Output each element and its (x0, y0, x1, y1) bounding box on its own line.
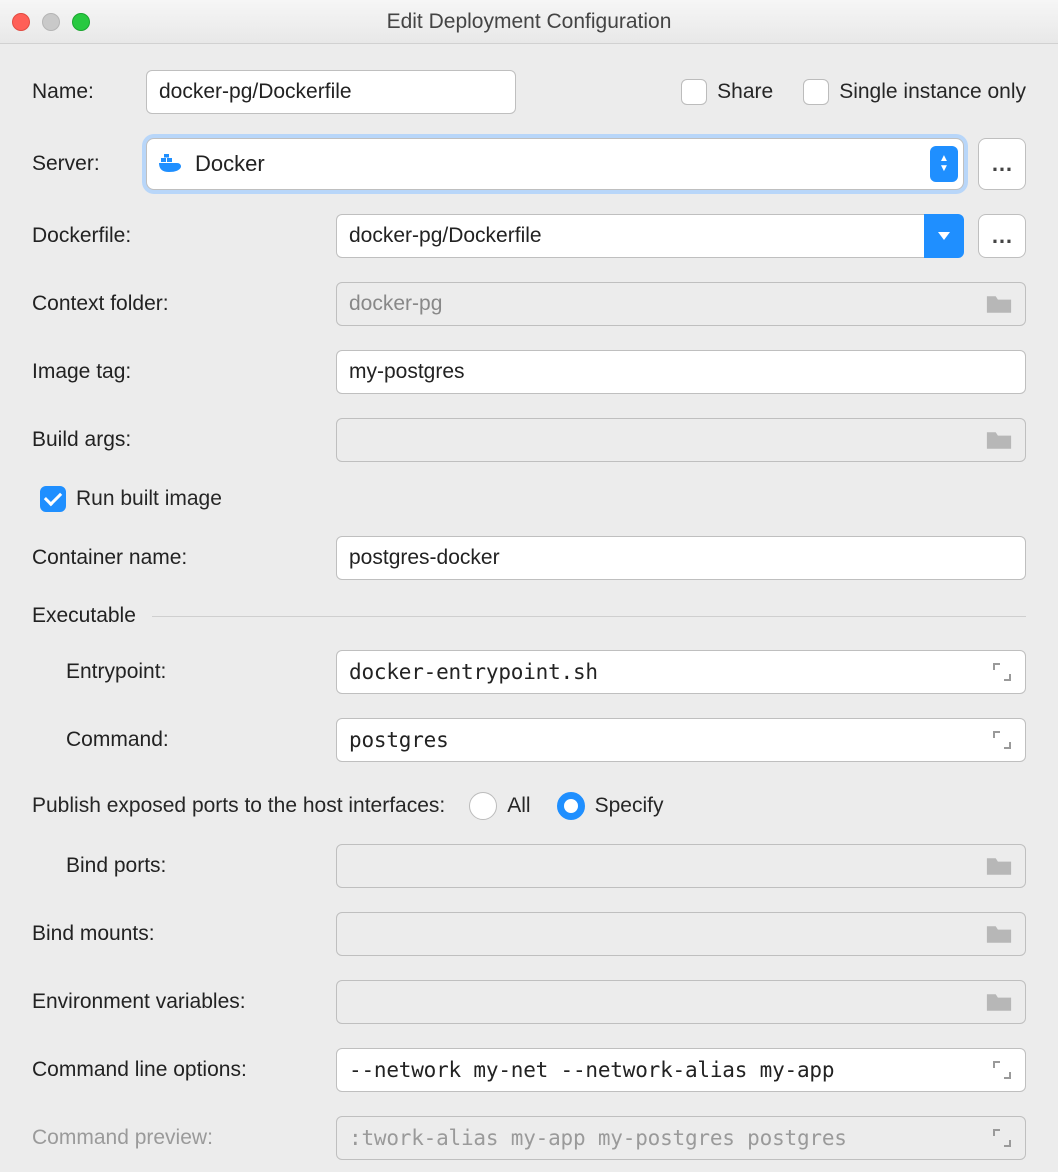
radio-specify-label: Specify (595, 794, 664, 818)
context-folder-label: Context folder: (32, 292, 322, 316)
expand-icon[interactable] (991, 1127, 1013, 1149)
run-built-row: Run built image (32, 486, 1026, 512)
entrypoint-value: docker-entrypoint.sh (349, 660, 598, 684)
env-vars-field[interactable] (336, 980, 1026, 1024)
stepper-icon[interactable] (930, 146, 958, 182)
server-row: Server: Docker … (32, 138, 1026, 190)
image-tag-label: Image tag: (32, 360, 322, 384)
build-args-field[interactable] (336, 418, 1026, 462)
executable-section-label: Executable (32, 604, 136, 628)
publish-ports-specify-wrap[interactable]: Specify (557, 792, 664, 820)
server-combobox-wrap: Docker (146, 138, 964, 190)
container-name-input[interactable] (336, 536, 1026, 580)
single-instance-checkbox-wrap[interactable]: Single instance only (803, 79, 1026, 105)
context-folder-row: Context folder: docker-pg (32, 282, 1026, 326)
dialog-content: Name: Share Single instance only Server:… (0, 44, 1058, 1170)
entrypoint-row: Entrypoint: docker-entrypoint.sh (32, 650, 1026, 694)
share-label: Share (717, 80, 773, 104)
dockerfile-label: Dockerfile: (32, 224, 322, 248)
radio-specify[interactable] (557, 792, 585, 820)
docker-icon (159, 154, 185, 174)
folder-icon[interactable] (985, 293, 1013, 315)
run-built-checkbox[interactable] (40, 486, 66, 512)
share-checkbox[interactable] (681, 79, 707, 105)
bind-mounts-field[interactable] (336, 912, 1026, 956)
dockerfile-selected: docker-pg/Dockerfile (349, 224, 542, 248)
single-instance-checkbox[interactable] (803, 79, 829, 105)
bind-ports-label: Bind ports: (32, 854, 322, 878)
entrypoint-label: Entrypoint: (32, 660, 322, 684)
chevron-down-icon[interactable] (924, 214, 964, 258)
run-built-label: Run built image (76, 487, 222, 511)
name-input[interactable] (146, 70, 516, 114)
context-folder-value: docker-pg (349, 292, 442, 316)
cmd-preview-field: :twork-alias my-app my-postgres postgres (336, 1116, 1026, 1160)
command-value: postgres (349, 728, 449, 752)
radio-all[interactable] (469, 792, 497, 820)
server-more-button[interactable]: … (978, 138, 1026, 190)
image-tag-row: Image tag: (32, 350, 1026, 394)
folder-icon[interactable] (985, 855, 1013, 877)
publish-ports-label: Publish exposed ports to the host interf… (32, 794, 445, 818)
folder-icon[interactable] (985, 923, 1013, 945)
expand-icon[interactable] (991, 729, 1013, 751)
radio-all-label: All (507, 794, 530, 818)
server-label: Server: (32, 152, 132, 176)
command-label: Command: (32, 728, 322, 752)
cmd-preview-value: :twork-alias my-app my-postgres postgres (349, 1126, 847, 1150)
bind-ports-row: Bind ports: (32, 844, 1026, 888)
publish-ports-row: Publish exposed ports to the host interf… (32, 792, 1026, 820)
run-built-checkbox-wrap[interactable]: Run built image (32, 486, 222, 512)
expand-icon[interactable] (991, 661, 1013, 683)
context-folder-field[interactable]: docker-pg (336, 282, 1026, 326)
cli-options-label: Command line options: (32, 1058, 322, 1082)
name-label: Name: (32, 80, 132, 104)
dockerfile-more-button[interactable]: … (978, 214, 1026, 258)
window-title: Edit Deployment Configuration (0, 10, 1058, 34)
build-args-label: Build args: (32, 428, 322, 452)
executable-section-header: Executable (32, 604, 1026, 628)
expand-icon[interactable] (991, 1059, 1013, 1081)
titlebar: Edit Deployment Configuration (0, 0, 1058, 44)
container-name-label: Container name: (32, 546, 322, 570)
dockerfile-row: Dockerfile: docker-pg/Dockerfile … (32, 214, 1026, 258)
env-vars-row: Environment variables: (32, 980, 1026, 1024)
publish-ports-all-wrap[interactable]: All (469, 792, 530, 820)
cli-options-row: Command line options: --network my-net -… (32, 1048, 1026, 1092)
folder-icon[interactable] (985, 991, 1013, 1013)
image-tag-input[interactable] (336, 350, 1026, 394)
cli-options-field[interactable]: --network my-net --network-alias my-app (336, 1048, 1026, 1092)
server-selected: Docker (195, 151, 265, 177)
bind-mounts-row: Bind mounts: (32, 912, 1026, 956)
share-checkbox-wrap[interactable]: Share (681, 79, 773, 105)
bind-mounts-label: Bind mounts: (32, 922, 322, 946)
bind-ports-field[interactable] (336, 844, 1026, 888)
folder-icon[interactable] (985, 429, 1013, 451)
container-name-row: Container name: (32, 536, 1026, 580)
cli-options-value: --network my-net --network-alias my-app (349, 1058, 834, 1082)
dockerfile-combobox[interactable]: docker-pg/Dockerfile (336, 214, 924, 258)
command-field[interactable]: postgres (336, 718, 1026, 762)
command-row: Command: postgres (32, 718, 1026, 762)
cmd-preview-row: Command preview: :twork-alias my-app my-… (32, 1116, 1026, 1160)
build-args-row: Build args: (32, 418, 1026, 462)
divider (152, 616, 1026, 617)
env-vars-label: Environment variables: (32, 990, 322, 1014)
server-combobox[interactable]: Docker (146, 138, 964, 190)
single-instance-label: Single instance only (839, 80, 1026, 104)
cmd-preview-label: Command preview: (32, 1126, 322, 1150)
name-row: Name: Share Single instance only (32, 70, 1026, 114)
entrypoint-field[interactable]: docker-entrypoint.sh (336, 650, 1026, 694)
